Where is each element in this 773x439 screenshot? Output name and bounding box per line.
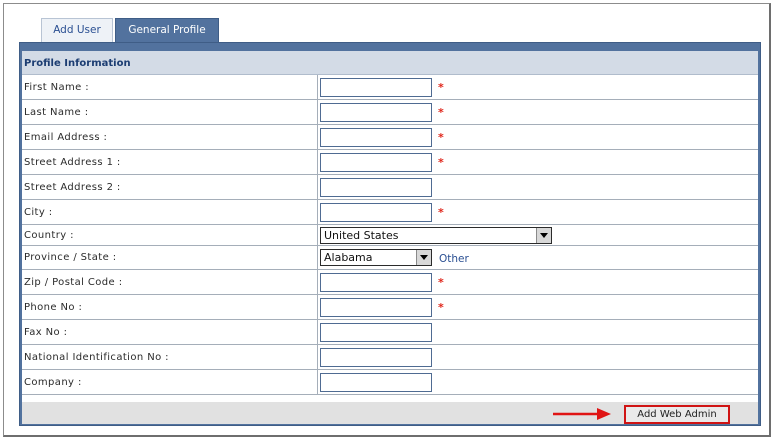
add-web-admin-button[interactable]: Add Web Admin [624,405,730,424]
required-asterisk: * [438,106,444,119]
profile-form: Profile Information First Name : * Last … [22,51,758,424]
form-row-fax: Fax No : [22,320,758,345]
dropdown-arrow-icon[interactable] [536,228,551,243]
form-row-province-state: Province / State : Alabama Other [22,246,758,270]
country-label: Country : [24,229,74,241]
form-footer: Add Web Admin [22,402,758,424]
arrow-right-icon [553,408,611,420]
form-row-street-address-2: Street Address 2 : [22,175,758,200]
last-name-field[interactable] [320,103,432,122]
form-row-email: Email Address : * [22,125,758,150]
email-field[interactable] [320,128,432,147]
national-id-field[interactable] [320,348,432,367]
first-name-label: First Name : [24,81,90,93]
zip-field[interactable] [320,273,432,292]
province-state-select[interactable]: Alabama [320,249,432,266]
form-row-country: Country : United States [22,225,758,246]
form-row-city: City : * [22,200,758,225]
required-asterisk: * [438,206,444,219]
other-link[interactable]: Other [439,253,469,265]
street-address-2-field[interactable] [320,178,432,197]
province-state-label: Province / State : [24,252,117,263]
required-asterisk: * [438,131,444,144]
phone-label: Phone No : [24,301,83,313]
section-title: Profile Information [22,51,758,75]
form-row-first-name: First Name : * [22,75,758,100]
form-row-company: Company : [22,370,758,395]
form-row-phone: Phone No : * [22,295,758,320]
country-select[interactable]: United States [320,227,552,244]
street-address-1-field[interactable] [320,153,432,172]
form-row-last-name: Last Name : * [22,100,758,125]
fax-label: Fax No : [24,326,68,338]
required-asterisk: * [438,301,444,314]
last-name-label: Last Name : [24,106,89,118]
form-row-zip: Zip / Postal Code : * [22,270,758,295]
zip-label: Zip / Postal Code : [24,276,123,288]
province-state-select-value: Alabama [324,251,373,264]
profile-panel: Profile Information First Name : * Last … [19,42,761,426]
dropdown-arrow-icon[interactable] [416,250,431,265]
required-asterisk: * [438,276,444,289]
email-label: Email Address : [24,131,108,143]
phone-field[interactable] [320,298,432,317]
tab-add-user[interactable]: Add User [41,18,113,42]
street-address-2-label: Street Address 2 : [24,181,121,193]
city-label: City : [24,206,53,218]
first-name-field[interactable] [320,78,432,97]
national-id-label: National Identification No : [24,351,169,363]
window-frame: Add User General Profile Profile Informa… [3,3,771,437]
form-row-national-id: National Identification No : [22,345,758,370]
fax-field[interactable] [320,323,432,342]
required-asterisk: * [438,156,444,169]
company-field[interactable] [320,373,432,392]
street-address-1-label: Street Address 1 : [24,156,121,168]
required-asterisk: * [438,81,444,94]
country-select-value: United States [324,229,399,242]
form-row-street-address-1: Street Address 1 : * [22,150,758,175]
city-field[interactable] [320,203,432,222]
company-label: Company : [24,376,82,388]
tab-general-profile[interactable]: General Profile [115,18,219,42]
